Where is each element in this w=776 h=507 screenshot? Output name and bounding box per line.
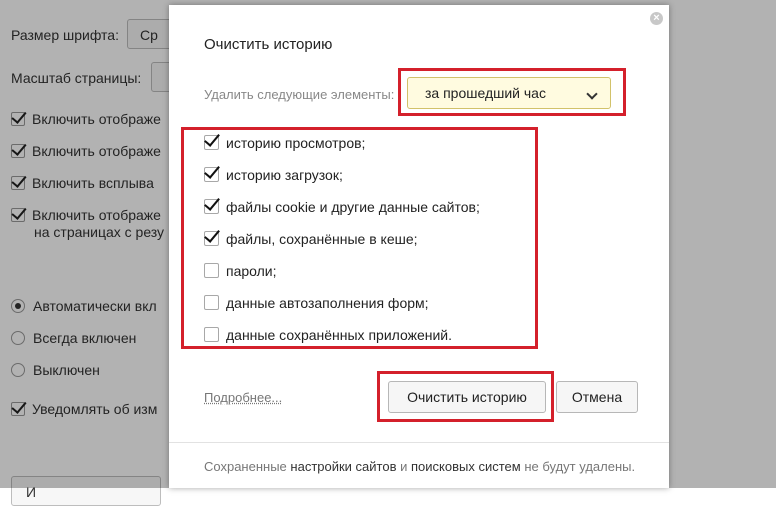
item-autofill[interactable]: данные автозаполнения форм; [204, 295, 429, 315]
item-cache[interactable]: файлы, сохранённые в кеше; [204, 231, 418, 251]
dialog-title: Очистить историю [204, 36, 333, 53]
clear-history-button[interactable]: Очистить историю [388, 381, 546, 413]
item-app-data[interactable]: данные сохранённых приложений. [204, 327, 452, 347]
close-icon[interactable]: × [650, 12, 663, 25]
item-download-history[interactable]: историю загрузок; [204, 167, 343, 187]
checkbox-icon[interactable] [204, 135, 219, 150]
clear-history-dialog: × Очистить историю Удалить следующие эле… [169, 5, 669, 488]
search-engines-link[interactable]: поисковых систем [411, 459, 521, 474]
checkbox-icon[interactable] [204, 327, 219, 342]
chevron-down-icon [586, 88, 598, 100]
dialog-divider [169, 442, 669, 443]
dialog-footer: Сохраненные настройки сайтов и поисковых… [204, 459, 636, 474]
checkbox-icon[interactable] [204, 167, 219, 182]
period-select-value: за прошедший час [425, 85, 546, 101]
period-select[interactable]: за прошедший час [407, 77, 611, 109]
site-settings-link[interactable]: настройки сайтов [290, 459, 396, 474]
item-cookies[interactable]: файлы cookie и другие данные сайтов; [204, 199, 480, 219]
item-passwords[interactable]: пароли; [204, 263, 277, 283]
checkbox-icon[interactable] [204, 295, 219, 310]
item-browsing-history[interactable]: историю просмотров; [204, 135, 365, 155]
checkbox-icon[interactable] [204, 231, 219, 246]
more-link[interactable]: Подробнее... [204, 390, 282, 405]
cancel-button[interactable]: Отмена [556, 381, 638, 413]
checkbox-icon[interactable] [204, 199, 219, 214]
checkbox-icon[interactable] [204, 263, 219, 278]
period-label: Удалить следующие элементы: [204, 87, 395, 102]
